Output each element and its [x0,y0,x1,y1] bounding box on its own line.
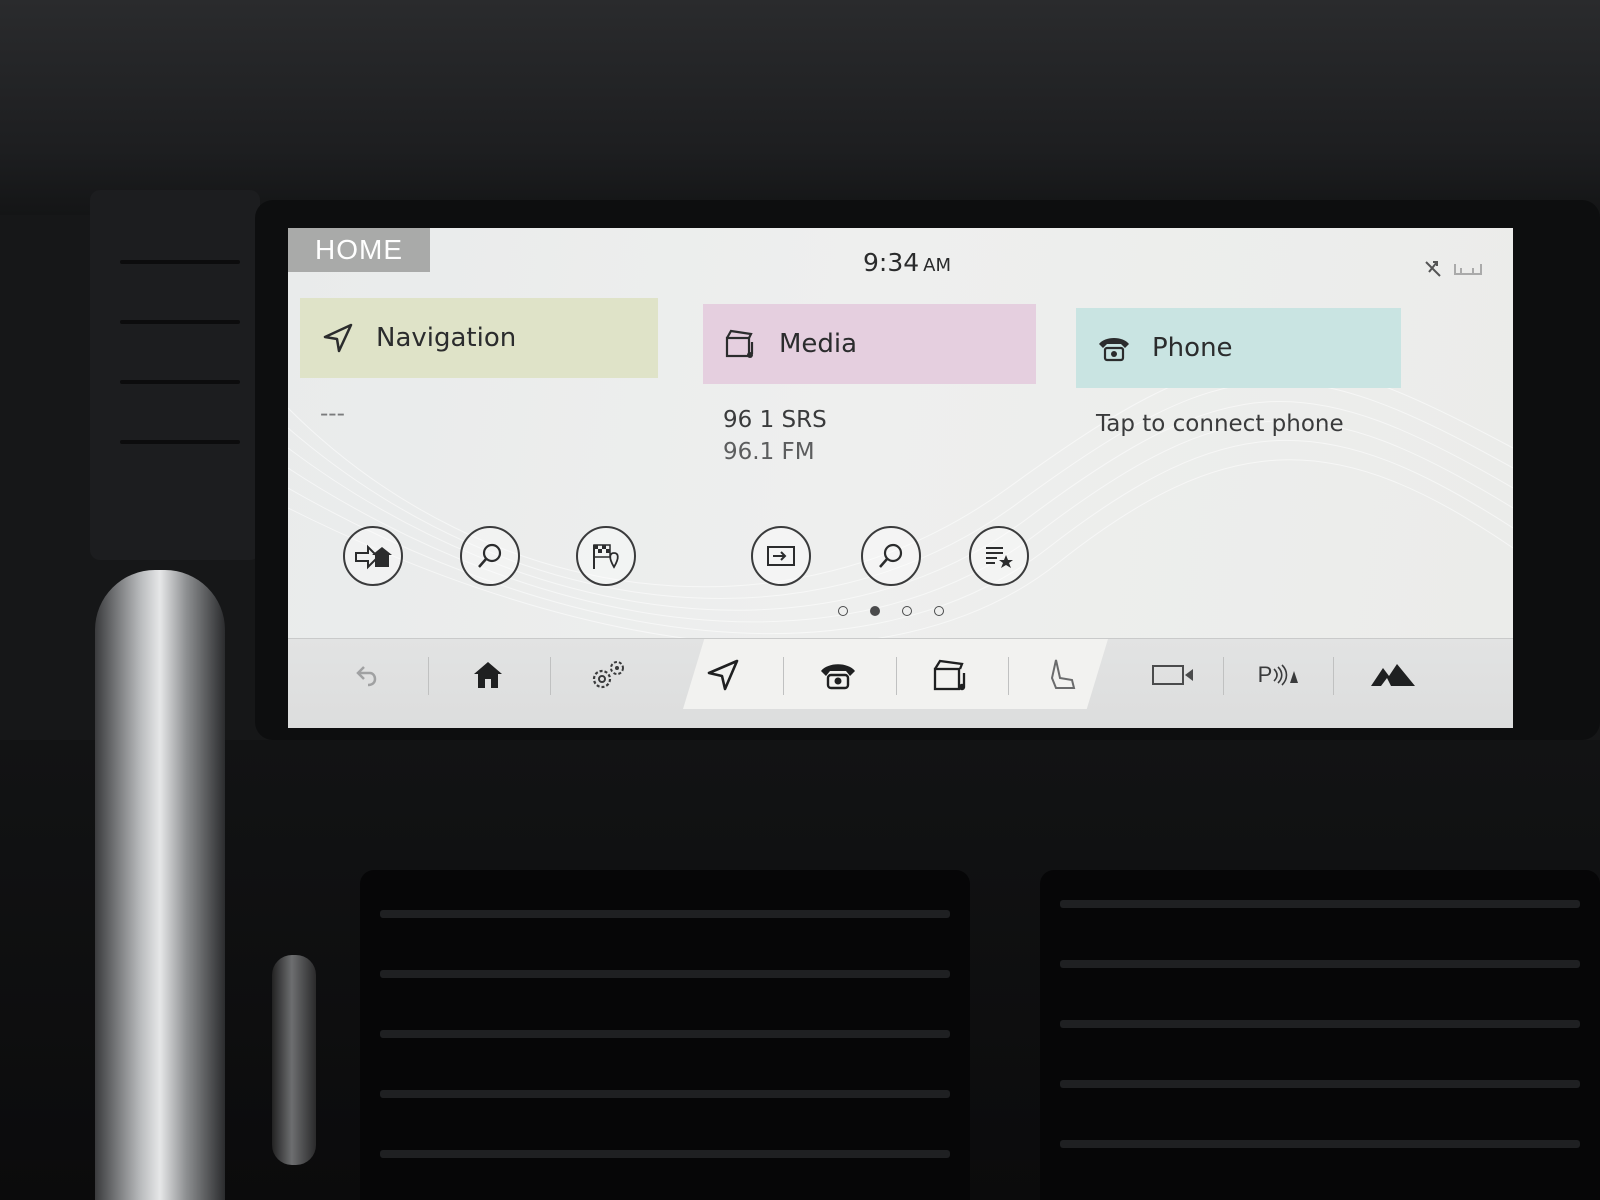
home-icon [474,662,502,688]
back-button[interactable] [333,649,403,701]
media-button[interactable] [916,649,986,701]
phone-tile-header[interactable]: Phone [1076,308,1401,388]
navigation-title: Navigation [376,323,517,353]
clock-time: 9:34 [863,248,920,277]
air-vent-left [360,870,970,1200]
clapper-music-icon [933,659,966,691]
navigation-arrow-icon [318,318,358,358]
page-dot-3[interactable] [902,606,912,616]
camera-button[interactable] [1138,649,1208,701]
search-icon [478,543,502,568]
seat-icon [1050,659,1076,689]
navigation-tile-body: --- [320,398,648,430]
page-indicator[interactable] [838,606,944,616]
phone-tile[interactable]: Phone Tap to connect phone [1076,308,1401,618]
navigation-button[interactable] [688,649,758,701]
go-home-button[interactable] [343,526,403,586]
telephone-icon [821,664,855,690]
navigation-tile-header[interactable]: Navigation [300,298,658,378]
dashboard-top [0,0,1600,215]
no-signal-icon [1425,261,1441,277]
go-home-icon [355,544,392,570]
clapper-music-icon [721,324,761,364]
nav-separator [550,657,551,695]
parking-aid-button[interactable]: P [1243,649,1313,701]
navigation-search-button[interactable] [460,526,520,586]
media-title: Media [779,329,858,359]
phone-tile-body: Tap to connect phone [1096,408,1391,440]
navigation-status: --- [320,401,345,427]
battery-icon [1454,264,1482,275]
status-bar: HOME 9:34 AM [288,228,1513,278]
vent-knob[interactable] [272,955,316,1165]
phone-title: Phone [1152,333,1233,363]
search-icon [879,543,903,568]
media-tile-body: 96 1 SRS 96.1 FM [723,404,1026,468]
media-station-name: 96 1 SRS [723,407,827,433]
media-frequency: 96.1 FM [723,439,815,465]
nav-separator [1333,657,1334,695]
infotainment-screen: HOME 9:34 AM Navigation --- Media 96 1 S… [288,228,1513,728]
home-button[interactable] [453,649,523,701]
favorites-list-icon [986,547,1013,568]
settings-gears-icon [592,661,624,689]
destination-button[interactable] [576,526,636,586]
terrain-response-icon [1371,664,1415,686]
media-tile-header[interactable]: Media [703,304,1036,384]
seat-button[interactable] [1028,649,1098,701]
media-source-button[interactable] [751,526,811,586]
media-search-button[interactable] [861,526,921,586]
media-favorites-button[interactable] [969,526,1029,586]
home-tab[interactable]: HOME [288,228,430,272]
phone-button[interactable] [803,649,873,701]
camera-icon [1152,665,1193,685]
page-dot-2[interactable] [870,606,880,616]
nav-separator [783,657,784,695]
source-input-icon [767,546,795,566]
terrain-response-button[interactable] [1358,649,1428,701]
clock-ampm: AM [923,255,951,276]
page-dot-1[interactable] [838,606,848,616]
phone-connect-message[interactable]: Tap to connect phone [1096,408,1391,440]
destination-flag-icon [593,544,619,569]
parking-label: P [1257,662,1273,687]
nav-separator [428,657,429,695]
settings-button[interactable] [573,649,643,701]
bottom-nav-bar: P [288,638,1513,728]
page-dot-4[interactable] [934,606,944,616]
parking-sensor-icon [1273,664,1299,686]
nav-separator [896,657,897,695]
telephone-icon [1094,328,1134,368]
navigation-arrow-icon [707,659,739,691]
left-trim-panel [90,190,260,560]
status-icons [1423,258,1483,278]
air-vent-right [1040,870,1600,1200]
nav-separator [1223,657,1224,695]
back-icon [356,666,377,687]
nav-separator [1008,657,1009,695]
clock: 9:34 AM [863,248,951,277]
grab-handle [95,570,225,1200]
